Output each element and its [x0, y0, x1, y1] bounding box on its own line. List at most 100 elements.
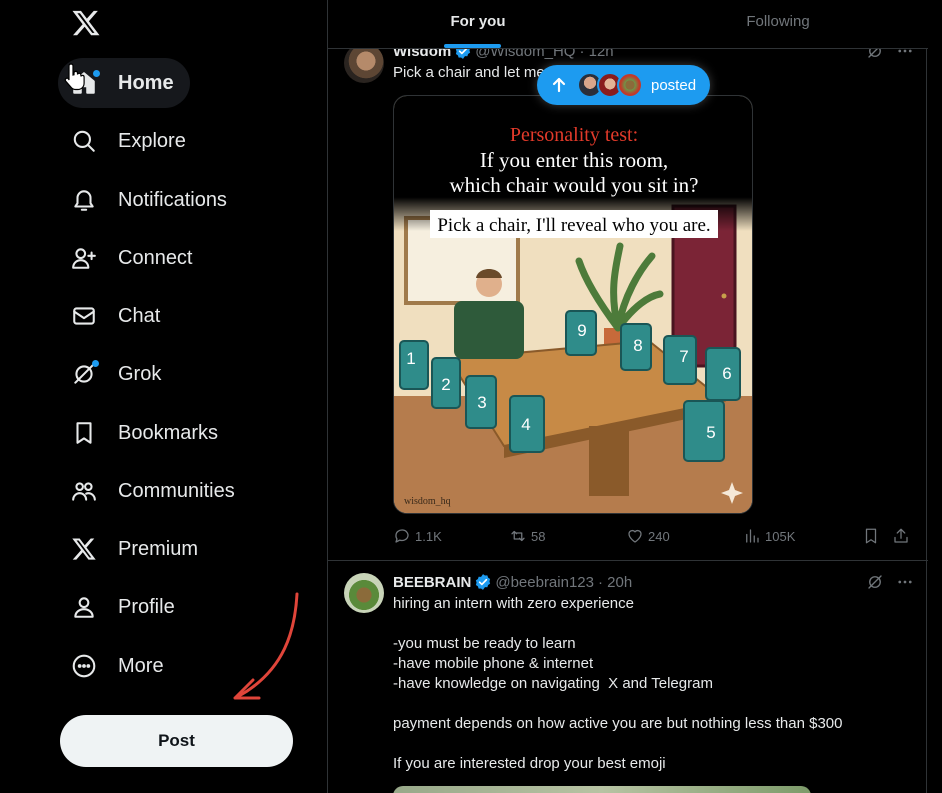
- annotation-arrow-icon: [233, 592, 299, 700]
- arrow-up-icon: [552, 77, 566, 93]
- tab-label: For you: [450, 12, 506, 30]
- share-button[interactable]: [892, 527, 914, 545]
- active-tab-indicator: [444, 44, 501, 48]
- tweet-image[interactable]: Personality test: If you enter this room…: [393, 95, 753, 514]
- tab-label: Following: [746, 12, 810, 30]
- x-logo-icon[interactable]: [71, 8, 101, 38]
- tweet-line: payment depends on how active you are bu…: [393, 715, 843, 732]
- nav-label-premium: Premium: [118, 537, 199, 560]
- tweet-line: hiring an intern with zero experience: [393, 595, 634, 612]
- notification-dot: [93, 70, 100, 77]
- repost-button[interactable]: 58: [509, 527, 545, 545]
- bookmark-button[interactable]: [862, 527, 884, 545]
- nav-label-communities: Communities: [118, 479, 235, 502]
- table-leg: [589, 426, 629, 496]
- businessman-body: [454, 301, 524, 359]
- envelope-icon: [70, 302, 98, 330]
- chair-number: 5: [706, 423, 715, 442]
- tab-following[interactable]: Following: [628, 0, 928, 48]
- post-button[interactable]: Post: [60, 715, 293, 767]
- nav-item-bookmarks[interactable]: Bookmarks: [58, 408, 234, 458]
- chair-number: 7: [679, 347, 688, 366]
- image-headline: Personality test:: [510, 124, 638, 146]
- analytics-icon: [746, 529, 759, 543]
- timestamp[interactable]: · 20h: [598, 574, 632, 591]
- avatar: [617, 72, 643, 98]
- views-button[interactable]: 105K: [743, 527, 795, 545]
- search-icon: [70, 127, 98, 155]
- grok-icon: [70, 360, 99, 388]
- like-count: 240: [648, 528, 670, 544]
- image-question-1: If you enter this room,: [480, 148, 668, 172]
- avatar[interactable]: [344, 43, 384, 83]
- nav-label-bookmarks: Bookmarks: [118, 421, 219, 444]
- pill-label: posted: [651, 76, 697, 94]
- people-icon: [70, 477, 98, 505]
- person-icon: [70, 593, 98, 621]
- tweet-line: -have mobile phone & internet: [393, 655, 594, 672]
- sidebar: Home Explore Notifications Connect Chat: [0, 0, 327, 793]
- room-illustration: Personality test: If you enter this room…: [394, 96, 752, 513]
- x-logo-icon: [70, 535, 98, 563]
- more-options-icon[interactable]: [896, 573, 914, 591]
- repost-icon: [511, 530, 525, 542]
- more-circle-icon: [70, 652, 98, 680]
- bookmark-icon: [865, 528, 877, 544]
- chair-number: 8: [633, 336, 642, 355]
- tweet-image[interactable]: [393, 786, 811, 793]
- heart-icon: [628, 529, 642, 543]
- pill-avatars: [577, 72, 643, 98]
- view-count: 105K: [765, 528, 796, 544]
- tweet-tools: [866, 573, 914, 591]
- author-handle[interactable]: @beebrain123: [495, 574, 594, 591]
- author-name[interactable]: BEEBRAIN: [393, 574, 471, 591]
- nav-label-connect: Connect: [118, 246, 193, 269]
- nav-label-home: Home: [118, 71, 174, 94]
- chair-number: 9: [577, 321, 586, 340]
- avatar[interactable]: [344, 573, 384, 613]
- nav-item-more[interactable]: More: [58, 641, 180, 691]
- nav-label-explore: Explore: [118, 129, 186, 152]
- image-watermark: wisdom_hq: [404, 496, 451, 507]
- image-question-2: which chair would you sit in?: [449, 173, 698, 197]
- verified-badge-icon: [476, 574, 491, 590]
- bookmark-icon: [70, 419, 98, 447]
- tweet-line: -you must be ready to learn: [393, 635, 576, 652]
- chair-number: 4: [521, 415, 530, 434]
- nav-item-connect[interactable]: Connect: [58, 233, 209, 283]
- bell-icon: [70, 186, 98, 214]
- grok-icon[interactable]: [866, 573, 884, 591]
- nav-label-chat: Chat: [118, 304, 161, 327]
- new-posts-pill[interactable]: posted: [537, 65, 711, 105]
- nav-label-more: More: [118, 654, 164, 677]
- reply-button[interactable]: 1.1K: [393, 527, 442, 545]
- chair-number: 6: [722, 364, 731, 383]
- chair-number: 2: [441, 375, 450, 394]
- nav-item-explore[interactable]: Explore: [58, 116, 202, 166]
- tab-for-you[interactable]: For you: [328, 0, 628, 48]
- tweet-actions: 1.1K 58 240 105K: [393, 527, 913, 547]
- nav-item-profile[interactable]: Profile: [58, 582, 191, 632]
- reply-count: 1.1K: [415, 528, 442, 544]
- nav-item-notifications[interactable]: Notifications: [58, 175, 243, 225]
- hand-cursor-icon: [64, 63, 85, 91]
- nav-label-grok: Grok: [118, 362, 162, 385]
- nav-item-premium[interactable]: Premium: [58, 524, 214, 574]
- chair-number: 1: [406, 349, 415, 368]
- tweet-header: BEEBRAIN @beebrain123 · 20h: [393, 573, 632, 591]
- app-root: Home Explore Notifications Connect Chat: [0, 0, 942, 793]
- door-handle: [721, 293, 727, 299]
- tweet[interactable]: BEEBRAIN @beebrain123 · 20h hiring an in…: [328, 561, 928, 793]
- timeline-tabs: For you Following: [328, 0, 928, 49]
- repost-count: 58: [531, 528, 546, 544]
- nav-item-communities[interactable]: Communities: [58, 466, 251, 516]
- image-caption: Pick a chair, I'll reveal who you are.: [437, 215, 710, 236]
- nav-item-grok[interactable]: Grok: [58, 349, 177, 399]
- reply-icon: [395, 529, 409, 543]
- timeline: For you Following posted Wisdom @Wisdom_…: [327, 0, 928, 793]
- like-button[interactable]: 240: [626, 527, 670, 545]
- tweet-text: Pick a chair and let me: [393, 64, 545, 81]
- person-plus-icon: [70, 244, 98, 272]
- nav-item-chat[interactable]: Chat: [58, 291, 176, 341]
- notification-dot: [92, 360, 99, 367]
